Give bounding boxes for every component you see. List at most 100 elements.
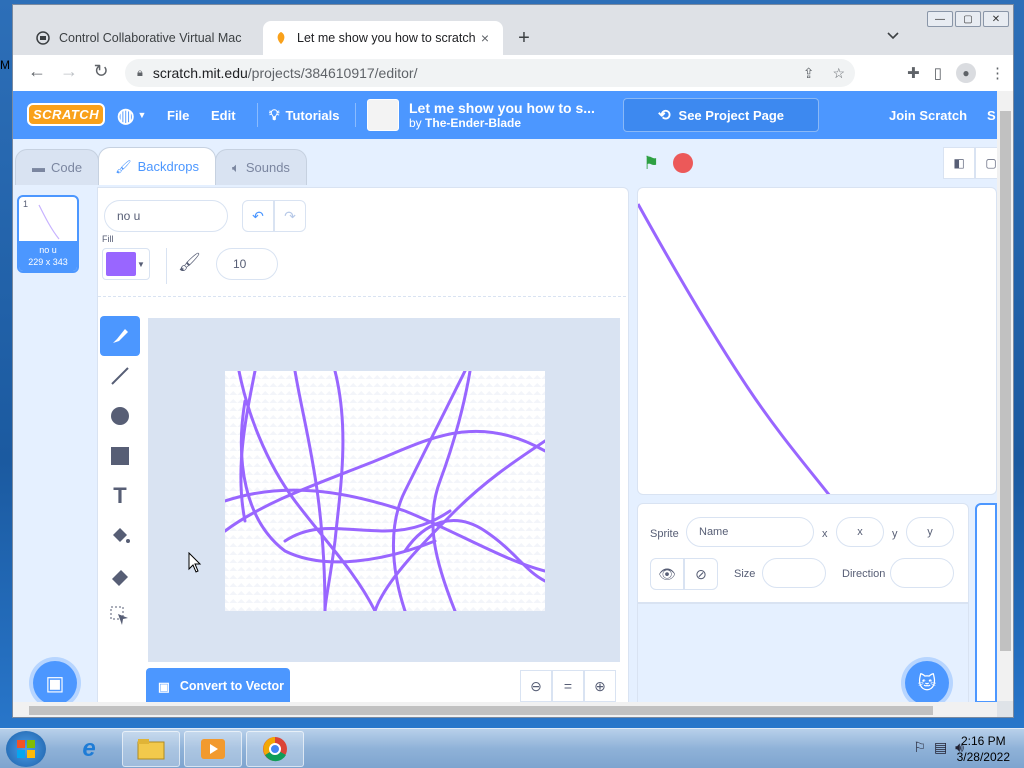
sprite-name-input[interactable]: Name bbox=[686, 517, 814, 547]
scroll-thumb[interactable] bbox=[1000, 111, 1011, 651]
toolbar-separator bbox=[98, 296, 626, 297]
reload-icon[interactable]: ↻ bbox=[85, 61, 117, 82]
zoom-out-icon[interactable]: ⊖ bbox=[520, 670, 552, 702]
file-explorer-icon[interactable] bbox=[122, 731, 180, 767]
x-input[interactable]: x bbox=[836, 517, 884, 547]
stage[interactable] bbox=[637, 187, 997, 495]
forward-icon[interactable]: → bbox=[53, 61, 85, 82]
taskbar-clock[interactable]: 2:16 PM 3/28/2022 bbox=[957, 733, 1010, 765]
sign-in-link[interactable]: S bbox=[987, 91, 996, 139]
tab-code[interactable]: ▬ Code bbox=[15, 149, 100, 185]
undo-icon[interactable]: ↶ bbox=[242, 200, 274, 232]
backdrop-size: 229 x 343 bbox=[28, 257, 68, 267]
share-icon[interactable]: ⇪ bbox=[803, 65, 815, 82]
brush-size-input[interactable]: 10 bbox=[216, 248, 278, 280]
minimize-icon[interactable]: — bbox=[927, 11, 953, 27]
select-tool[interactable] bbox=[100, 596, 140, 636]
tab-backdrops[interactable]: 🖌︎ Backdrops bbox=[98, 147, 217, 185]
scroll-thumb[interactable] bbox=[29, 706, 933, 715]
vertical-scrollbar[interactable] bbox=[997, 91, 1013, 701]
action-center-flag-icon[interactable]: ⚐ bbox=[913, 739, 926, 756]
tab-sounds-label: Sounds bbox=[245, 160, 290, 175]
tab-scratch-project[interactable]: Let me show you how to scratch × bbox=[263, 21, 503, 55]
profile-avatar[interactable]: ● bbox=[956, 63, 976, 83]
tab-strip: Control Collaborative Virtual Mac Let me… bbox=[13, 5, 1013, 55]
tab-control-vm[interactable]: Control Collaborative Virtual Mac bbox=[25, 21, 263, 55]
small-stage-icon[interactable]: ◧ bbox=[943, 147, 975, 179]
eye-hidden-icon[interactable]: ⊘ bbox=[684, 558, 718, 590]
network-icon[interactable]: ▤ bbox=[934, 739, 947, 756]
join-scratch-link[interactable]: Join Scratch bbox=[889, 91, 967, 139]
line-tool[interactable] bbox=[100, 356, 140, 396]
rectangle-tool[interactable] bbox=[100, 436, 140, 476]
fill-color-picker[interactable]: ▼ bbox=[102, 248, 150, 280]
tab-search-chevron-icon[interactable] bbox=[887, 29, 899, 43]
eraser-tool[interactable] bbox=[100, 556, 140, 596]
tab-backdrops-label: Backdrops bbox=[137, 159, 200, 174]
close-tab-icon[interactable]: × bbox=[477, 30, 493, 46]
editor-tabs: ▬ Code 🖌︎ Backdrops 🔈︎ Sounds bbox=[15, 147, 307, 185]
green-flag-icon[interactable]: ⚑ bbox=[643, 153, 659, 174]
new-tab-button[interactable]: + bbox=[513, 27, 535, 50]
cat-plus-icon: 🐱︎ bbox=[917, 672, 937, 693]
backdrop-tile[interactable]: 1 no u 229 x 343 bbox=[17, 195, 79, 273]
text-tool[interactable]: T bbox=[100, 476, 140, 516]
zoom-in-icon[interactable]: ⊕ bbox=[584, 670, 616, 702]
language-menu[interactable]: ◍ ▼ bbox=[117, 91, 146, 139]
stop-icon[interactable] bbox=[673, 153, 694, 173]
tab-code-label: Code bbox=[51, 160, 83, 175]
see-project-page-button[interactable]: ⟲ See Project Page bbox=[623, 98, 819, 132]
redo-icon[interactable]: ↷ bbox=[274, 200, 306, 232]
project-author[interactable]: The-Ender-Blade bbox=[425, 116, 521, 130]
circle-tool[interactable] bbox=[100, 396, 140, 436]
zoom-reset-button[interactable]: = bbox=[552, 670, 584, 702]
side-panel-icon[interactable]: ▯ bbox=[934, 64, 942, 82]
y-label: y bbox=[892, 528, 898, 540]
size-input[interactable] bbox=[762, 558, 826, 588]
add-backdrop-button[interactable]: ▣ bbox=[33, 661, 77, 705]
lock-icon[interactable]: 🔒︎ bbox=[137, 67, 143, 80]
bookmark-star-icon[interactable]: ☆ bbox=[832, 65, 845, 82]
media-player-icon[interactable] bbox=[184, 731, 242, 767]
edit-menu[interactable]: Edit bbox=[211, 91, 236, 139]
direction-input[interactable] bbox=[890, 558, 954, 588]
close-window-icon[interactable]: ✕ bbox=[983, 11, 1009, 27]
brush-tool[interactable] bbox=[100, 316, 140, 356]
canvas-viewport bbox=[148, 318, 620, 662]
project-info[interactable]: Let me show you how to s... by The-Ender… bbox=[355, 91, 595, 139]
toolbar-divider bbox=[166, 248, 167, 284]
scratch-menu-bar: SCRATCH ◍ ▼ File Edit 💡︎ Tutorials Let m… bbox=[13, 91, 997, 139]
direction-label: Direction bbox=[842, 568, 886, 580]
start-button[interactable] bbox=[6, 731, 46, 767]
eye-icon[interactable]: 👁︎ bbox=[650, 558, 684, 590]
chrome-icon[interactable] bbox=[246, 731, 304, 767]
speaker-icon: 🔈︎ bbox=[232, 159, 240, 175]
size-label: Size bbox=[734, 568, 756, 580]
backdrop-thumbnail bbox=[38, 204, 60, 240]
extensions-icon[interactable]: ✚ bbox=[907, 64, 920, 82]
scratch-logo[interactable]: SCRATCH bbox=[27, 103, 106, 126]
back-icon[interactable]: ← bbox=[21, 61, 53, 82]
internet-explorer-icon[interactable]: e bbox=[60, 731, 118, 767]
convert-to-vector-button[interactable]: ▣ Convert to Vector bbox=[146, 668, 290, 704]
file-menu[interactable]: File bbox=[167, 91, 189, 139]
address-bar[interactable]: 🔒︎ scratch.mit.edu /projects/384610917/e… bbox=[125, 59, 855, 87]
image-icon: ▣ bbox=[158, 679, 170, 694]
project-thumbnail bbox=[367, 99, 399, 131]
backdrop-name-input[interactable]: no u bbox=[104, 200, 228, 232]
horizontal-scrollbar[interactable] bbox=[13, 702, 997, 717]
maximize-icon[interactable]: ▢ bbox=[955, 11, 981, 27]
fill-bucket-tool[interactable] bbox=[100, 516, 140, 556]
y-input[interactable]: y bbox=[906, 517, 954, 547]
code-icon: ▬ bbox=[32, 160, 45, 175]
project-title[interactable]: Let me show you how to s... bbox=[409, 100, 595, 116]
add-sprite-button[interactable]: 🐱︎ bbox=[905, 661, 949, 705]
backdrop-list: 1 no u 229 x 343 bbox=[15, 187, 81, 697]
tutorials-menu[interactable]: 💡︎ Tutorials bbox=[256, 91, 339, 139]
paint-canvas[interactable] bbox=[223, 369, 547, 613]
stage-target-pane[interactable] bbox=[975, 503, 997, 703]
fill-color-swatch bbox=[106, 252, 136, 276]
tab-sounds[interactable]: 🔈︎ Sounds bbox=[215, 149, 307, 185]
menu-dots-icon[interactable]: ⋮ bbox=[990, 64, 1005, 82]
visibility-toggle: 👁︎ ⊘ bbox=[650, 558, 718, 590]
